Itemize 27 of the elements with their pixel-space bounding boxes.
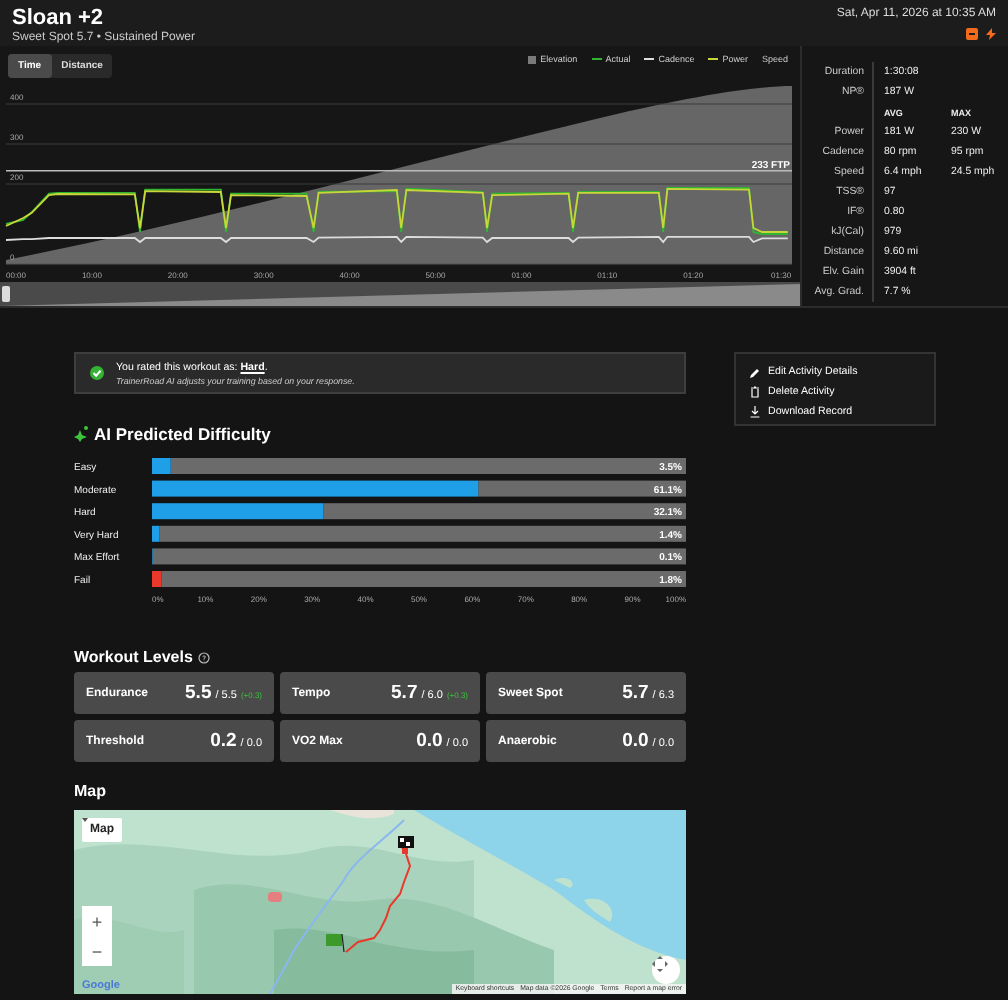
badge-icon[interactable] — [966, 28, 978, 40]
level-value: 0.0 — [416, 730, 443, 752]
bolt-icon[interactable] — [986, 28, 996, 40]
check-icon — [90, 366, 104, 380]
level-value: 5.5 — [185, 682, 212, 704]
level-value: 5.7 — [391, 682, 418, 704]
route-line — [345, 847, 412, 953]
pencil-icon — [750, 367, 760, 377]
sparkle-icon — [74, 426, 88, 442]
section-title: AI Predicted Difficulty — [94, 424, 271, 444]
move-icon — [652, 956, 668, 972]
download-icon — [750, 406, 760, 418]
section-title: Map — [74, 782, 106, 800]
level-value: 0.2 — [210, 730, 237, 752]
caret-icon — [82, 818, 88, 822]
difficulty-bar — [152, 571, 162, 587]
difficulty-bar — [152, 458, 171, 474]
workout-title: Sloan +2 — [12, 6, 106, 30]
section-title: Workout Levels — [74, 648, 193, 666]
level-value: 5.7 — [622, 682, 649, 704]
difficulty-bar — [152, 525, 160, 542]
finish-flag-icon — [398, 836, 414, 854]
trash-icon — [750, 386, 760, 398]
info-icon[interactable] — [198, 651, 211, 663]
level-value: 0.0 — [622, 730, 649, 752]
start-flag-icon — [326, 933, 345, 953]
navigator-handle[interactable] — [2, 286, 10, 302]
